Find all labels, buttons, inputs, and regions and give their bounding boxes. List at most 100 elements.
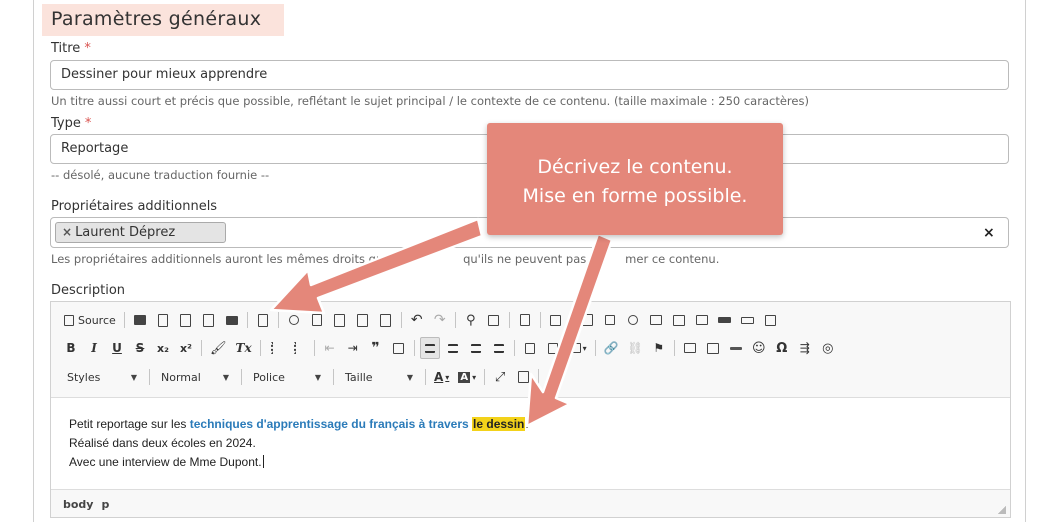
select-all-icon — [519, 314, 530, 326]
justify-button[interactable] — [489, 337, 509, 359]
align-right-button[interactable] — [466, 337, 486, 359]
align-center-button[interactable] — [443, 337, 463, 359]
image-button[interactable] — [680, 337, 700, 359]
remove-format-button[interactable]: Tx — [233, 337, 255, 359]
select-icon — [695, 315, 708, 325]
type-label-text: Type — [51, 116, 81, 131]
path-body[interactable]: body — [63, 498, 93, 511]
save-button[interactable] — [130, 309, 150, 331]
print-button[interactable] — [222, 309, 242, 331]
brush-icon: 🖌 — [210, 340, 227, 356]
smiley-button[interactable]: ☺ — [749, 337, 769, 359]
ltr-icon — [524, 342, 535, 354]
spellcheck-button[interactable] — [546, 309, 566, 331]
replace-button[interactable] — [484, 309, 504, 331]
new-page-button[interactable] — [153, 309, 173, 331]
align-right-icon — [470, 343, 481, 353]
chevron-down-icon: ▼ — [314, 372, 321, 382]
strike-button[interactable]: S — [130, 337, 150, 359]
maximize-icon: ⤢ — [494, 369, 506, 385]
find-button[interactable]: ⚲ — [461, 309, 481, 331]
iframe-button[interactable]: ◎ — [818, 337, 838, 359]
radio-button[interactable] — [623, 309, 643, 331]
form-button[interactable] — [577, 309, 597, 331]
toolbar-separator — [594, 340, 596, 356]
owners-label: Propriétaires additionnels — [51, 199, 218, 214]
copy-format-button[interactable]: 🖌 — [207, 337, 230, 359]
source-button[interactable]: Source — [61, 309, 119, 331]
title-input[interactable]: Dessiner pour mieux apprendre — [50, 60, 1009, 90]
div-button[interactable] — [389, 337, 409, 359]
align-left-button[interactable] — [419, 337, 440, 359]
outdent-button[interactable]: ⇤ — [320, 337, 340, 359]
format-dropdown[interactable]: Normal ▼ — [155, 366, 235, 388]
font-dropdown[interactable]: Police ▼ — [247, 366, 327, 388]
text-color-button[interactable]: A ▾ — [431, 366, 452, 388]
tag-remove-icon[interactable]: × — [62, 225, 72, 239]
owners-help-part1: Les propriétaires additionnels auront le… — [51, 252, 416, 266]
ltr-button[interactable] — [520, 337, 540, 359]
textarea-button[interactable] — [669, 309, 689, 331]
copy-button[interactable] — [307, 309, 327, 331]
font-label: Police — [253, 370, 285, 384]
italic-button[interactable]: I — [84, 337, 104, 359]
templates-button[interactable] — [253, 309, 273, 331]
horizontal-rule-button[interactable] — [726, 337, 746, 359]
clear-selection-icon[interactable]: × — [983, 225, 995, 241]
size-label: Taille — [345, 370, 373, 384]
content-link[interactable]: techniques d'apprentissage du français à… — [190, 417, 469, 431]
show-blocks-button[interactable] — [513, 366, 533, 388]
image-button-button[interactable] — [738, 309, 758, 331]
button-button[interactable] — [715, 309, 735, 331]
indent-button[interactable]: ⇥ — [343, 337, 363, 359]
globe-icon: ◎ — [822, 340, 834, 356]
toolbar-row-1: Source ↶ ↷ ⚲ — [61, 308, 784, 332]
bold-button[interactable]: B — [61, 337, 81, 359]
underline-button[interactable]: U — [107, 337, 127, 359]
paste-word-button[interactable] — [376, 309, 396, 331]
anchor-button[interactable]: ⚑ — [649, 337, 669, 359]
paste-word-icon — [380, 313, 392, 327]
content-highlight: le dessin — [472, 417, 526, 431]
table-button[interactable] — [703, 337, 723, 359]
blockquote-button[interactable]: ❞ — [366, 337, 386, 359]
superscript-button[interactable]: x² — [176, 337, 196, 359]
unlink-button[interactable]: ⛓ — [625, 337, 646, 359]
select-all-button[interactable] — [515, 309, 535, 331]
paste-text-button[interactable] — [353, 309, 373, 331]
editor-content[interactable]: Petit reportage sur les techniques d'app… — [51, 397, 1010, 490]
cut-button[interactable] — [284, 309, 304, 331]
help-icon: ? — [550, 370, 558, 384]
paste-button[interactable] — [330, 309, 350, 331]
special-char-button[interactable]: Ω — [772, 337, 792, 359]
chevron-down-icon: ▾ — [582, 343, 587, 353]
preview-button[interactable] — [199, 309, 219, 331]
rtl-button[interactable] — [543, 337, 563, 359]
size-dropdown[interactable]: Taille ▼ — [339, 366, 419, 388]
toolbar-separator — [277, 312, 279, 328]
hidden-field-button[interactable] — [761, 309, 781, 331]
numbered-list-button[interactable] — [266, 337, 286, 359]
subscript-button[interactable]: x₂ — [153, 337, 173, 359]
select-button[interactable] — [692, 309, 712, 331]
link-button[interactable]: 🔗 — [601, 337, 622, 359]
radio-icon — [627, 315, 638, 325]
undo-button[interactable]: ↶ — [407, 309, 427, 331]
content-text: Avec une interview de Mme Dupont. — [69, 455, 262, 469]
textfield-button[interactable] — [646, 309, 666, 331]
styles-dropdown[interactable]: Styles ▼ — [61, 366, 143, 388]
resize-handle[interactable] — [998, 506, 1006, 514]
path-p[interactable]: p — [101, 498, 109, 511]
print-icon — [225, 315, 238, 325]
language-button[interactable]: ▾ — [566, 337, 590, 359]
owner-tag[interactable]: × Laurent Déprez — [55, 222, 226, 243]
checkbox-button[interactable] — [600, 309, 620, 331]
bg-color-button[interactable]: A ▾ — [455, 366, 479, 388]
page-break-button[interactable]: ⇶ — [795, 337, 815, 359]
about-button[interactable]: ? — [544, 366, 564, 388]
maximize-button[interactable]: ⤢ — [490, 366, 510, 388]
bulleted-list-button[interactable] — [289, 337, 309, 359]
redo-button[interactable]: ↷ — [430, 309, 450, 331]
type-label: Type * — [51, 116, 91, 131]
export-pdf-button[interactable] — [176, 309, 196, 331]
